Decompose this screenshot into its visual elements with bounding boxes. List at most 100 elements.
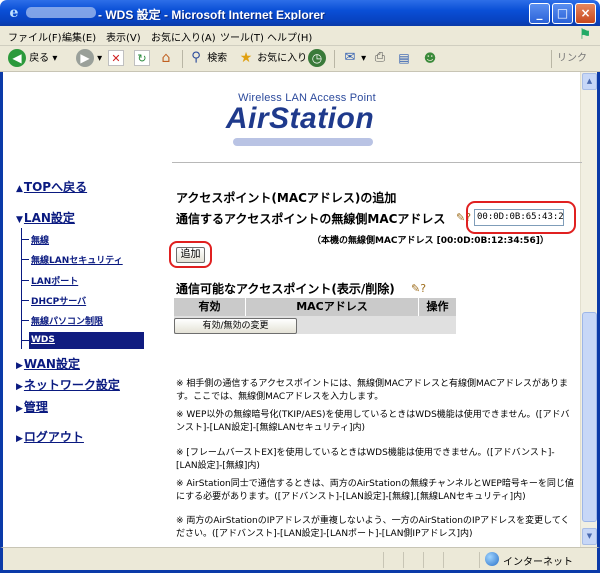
scroll-down-icon[interactable]: ▼ bbox=[582, 528, 597, 545]
toolbar-separator bbox=[551, 50, 552, 68]
self-mac-address: （本機の無線側MACアドレス [00:0D:0B:12:34:56]） bbox=[312, 236, 549, 246]
nav-item-wireless-security[interactable]: 無線LANセキュリティ bbox=[31, 253, 123, 266]
logo-brand: AirStation bbox=[225, 102, 375, 135]
toolbar-separator bbox=[182, 50, 183, 68]
print-icon: ⎙ bbox=[374, 50, 386, 65]
ie-icon: e bbox=[9, 5, 19, 21]
search-icon: ⚲ bbox=[191, 50, 201, 65]
messenger-icon: ☻ bbox=[423, 51, 437, 65]
nav-item-wireless[interactable]: 無線 bbox=[31, 233, 49, 246]
back-button[interactable]: ◀ 戻る ▾ bbox=[8, 49, 57, 69]
column-header-mac: MACアドレス bbox=[246, 298, 418, 316]
menu-favorites[interactable]: お気に入り(A) bbox=[151, 29, 216, 44]
status-divider bbox=[423, 552, 424, 568]
messenger-button[interactable]: ☻ bbox=[422, 49, 438, 69]
nav-admin[interactable]: ▶管理 bbox=[16, 398, 48, 415]
toolbar: ◀ 戻る ▾ ▶ ▾ ✕ ↻ ⌂ ⚲ 検索 ★ お気に入り ◷ ✉ ▾ ⎙ ▤ … bbox=[0, 46, 600, 72]
stop-icon: ✕ bbox=[108, 50, 124, 66]
menu-file[interactable]: ファイル(F) bbox=[8, 29, 62, 44]
highlight-ring-mac-input bbox=[466, 201, 576, 234]
security-zone-label: インターネット bbox=[503, 557, 573, 568]
nav-item-lan-port[interactable]: LANポート bbox=[31, 274, 78, 287]
menu-edit[interactable]: 編集(E) bbox=[62, 29, 96, 44]
history-icon: ◷ bbox=[308, 49, 326, 67]
favorites-star-icon: ★ bbox=[239, 50, 253, 66]
status-divider bbox=[443, 552, 444, 568]
nav-item-wds: WDS bbox=[31, 335, 55, 345]
nav-tree-branch bbox=[21, 320, 29, 321]
nav-tree-branch bbox=[21, 259, 29, 260]
edit-page-icon: ▤ bbox=[398, 51, 410, 65]
windows-logo-icon: ⚑ bbox=[578, 27, 592, 43]
toggle-enable-button[interactable]: 有効/無効の変更 bbox=[174, 318, 297, 334]
favorites-button[interactable]: ★ お気に入り bbox=[238, 49, 307, 69]
search-label: 検索 bbox=[207, 53, 228, 64]
remote-mac-label: 通信するアクセスポイントの無線側MACアドレス bbox=[176, 212, 446, 226]
nav-tree-branch bbox=[21, 340, 29, 341]
nav-logout[interactable]: ▶ログアウト bbox=[16, 428, 84, 445]
triangle-up-icon: ▲ bbox=[16, 184, 23, 194]
scroll-up-icon[interactable]: ▲ bbox=[582, 73, 597, 90]
links-button[interactable]: リンク bbox=[557, 49, 587, 69]
forward-arrow-icon: ▶ bbox=[76, 49, 94, 67]
edit-button[interactable]: ▤ bbox=[396, 49, 412, 69]
refresh-icon: ↻ bbox=[134, 50, 150, 66]
minimize-button[interactable]: _ bbox=[529, 3, 550, 24]
status-divider bbox=[403, 552, 404, 568]
home-button[interactable]: ⌂ bbox=[158, 49, 174, 69]
print-button[interactable]: ⎙ bbox=[372, 49, 388, 69]
note-2: ※ WEP以外の無線暗号化(TKIP/AES)を使用しているときはWDS機能は使… bbox=[176, 410, 570, 433]
menu-view[interactable]: 表示(V) bbox=[106, 29, 141, 44]
highlight-ring-add-button bbox=[169, 241, 212, 268]
internet-zone-icon bbox=[485, 552, 499, 566]
ap-list-heading: 通信可能なアクセスポイント(表示/削除) bbox=[176, 282, 395, 296]
vertical-scrollbar[interactable]: ▲ ▼ bbox=[580, 72, 597, 547]
back-label: 戻る bbox=[29, 53, 50, 64]
triangle-right-icon: ▶ bbox=[16, 361, 23, 371]
note-5: ※ 両方のAirStationのIPアドレスが重複しないよう、一方のAirSta… bbox=[176, 516, 570, 539]
add-ap-heading: アクセスポイント(MACアドレス)の追加 bbox=[176, 191, 397, 205]
history-button[interactable]: ◷ bbox=[308, 49, 326, 69]
maximize-button[interactable]: □ bbox=[552, 3, 573, 24]
toolbar-separator bbox=[334, 50, 335, 68]
nav-tree-line bbox=[21, 228, 22, 349]
home-icon: ⌂ bbox=[161, 50, 171, 66]
help-icon[interactable]: ✎? bbox=[411, 282, 426, 295]
logo-redacted-model bbox=[233, 138, 373, 146]
note-3: ※ [フレームバーストEX]を使用しているときはWDS機能は使用できません。([… bbox=[176, 448, 555, 471]
scroll-thumb[interactable] bbox=[582, 312, 597, 522]
triangle-right-icon: ▶ bbox=[16, 404, 23, 414]
status-divider bbox=[479, 552, 480, 568]
nav-item-dhcp-server[interactable]: DHCPサーバ bbox=[31, 294, 86, 307]
nav-tree-branch bbox=[21, 280, 29, 281]
title-bar[interactable]: e - WDS 設定 - Microsoft Internet Explorer… bbox=[0, 0, 600, 26]
forward-button[interactable]: ▶ ▾ bbox=[76, 49, 102, 69]
triangle-right-icon: ▶ bbox=[16, 382, 23, 392]
nav-lan-settings[interactable]: ▼LAN設定 bbox=[16, 209, 75, 226]
back-arrow-icon: ◀ bbox=[8, 49, 26, 67]
status-bar: インターネット bbox=[0, 547, 600, 573]
nav-tree-branch bbox=[21, 300, 29, 301]
nav-item-wds-selected[interactable]: WDS bbox=[29, 332, 144, 349]
status-divider bbox=[383, 552, 384, 568]
note-4: ※ AirStation同士で通信するときは、両方のAirStationの無線チ… bbox=[176, 479, 574, 502]
menu-help[interactable]: ヘルプ(H) bbox=[267, 29, 312, 44]
window-title: - WDS 設定 - Microsoft Internet Explorer bbox=[98, 8, 325, 20]
nav-item-pc-restriction[interactable]: 無線パソコン制限 bbox=[31, 314, 103, 327]
close-button[interactable]: × bbox=[575, 3, 596, 24]
menu-tools[interactable]: ツール(T) bbox=[220, 29, 264, 44]
mail-icon: ✉ bbox=[344, 50, 356, 65]
nav-top-link[interactable]: ▲TOPへ戻る bbox=[16, 178, 87, 195]
stop-button[interactable]: ✕ bbox=[108, 49, 124, 69]
refresh-button[interactable]: ↻ bbox=[134, 49, 150, 69]
triangle-right-icon: ▶ bbox=[16, 434, 23, 444]
divider bbox=[172, 162, 582, 163]
note-1: ※ 相手側の通信するアクセスポイントには、無線側MACアドレスと有線側MACアド… bbox=[176, 379, 569, 402]
search-button[interactable]: ⚲ 検索 bbox=[188, 49, 227, 69]
nav-network-settings[interactable]: ▶ネットワーク設定 bbox=[16, 376, 120, 393]
favorites-label: お気に入り bbox=[257, 53, 308, 64]
column-header-enabled: 有効 bbox=[174, 298, 245, 316]
mail-button[interactable]: ✉ ▾ bbox=[342, 49, 367, 69]
menu-bar: ファイル(F) 編集(E) 表示(V) お気に入り(A) ツール(T) ヘルプ(… bbox=[0, 26, 600, 46]
nav-wan-settings[interactable]: ▶WAN設定 bbox=[16, 355, 80, 372]
